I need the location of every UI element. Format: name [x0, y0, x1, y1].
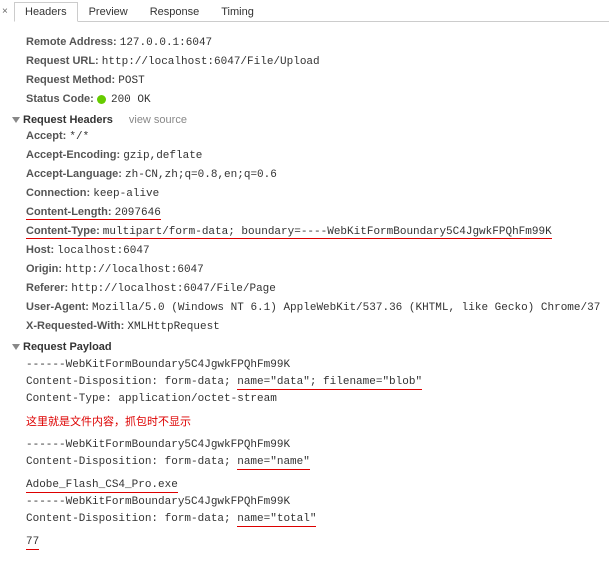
content-type-label: Content-Type:: [26, 225, 100, 237]
section-request-payload[interactable]: Request Payload: [12, 341, 589, 353]
payload-body: ------WebKitFormBoundary5C4JgwkFPQhFm99K…: [26, 357, 589, 551]
payload-total-value: 77: [26, 534, 589, 551]
accept-encoding-value: gzip,deflate: [123, 150, 202, 162]
host-label: Host:: [26, 244, 54, 256]
x-requested-with-label: X-Requested-With:: [26, 320, 124, 332]
section-title: Request Headers: [23, 114, 113, 126]
payload-boundary: ------WebKitFormBoundary5C4JgwkFPQhFm99K: [26, 437, 589, 454]
chevron-down-icon: [12, 344, 20, 350]
chevron-down-icon: [12, 117, 20, 123]
request-method-value: POST: [118, 75, 144, 87]
payload-boundary: ------WebKitFormBoundary5C4JgwkFPQhFm99K: [26, 357, 589, 374]
view-source-link[interactable]: view source: [129, 114, 187, 126]
section-title: Request Payload: [23, 341, 112, 353]
origin-value: http://localhost:6047: [65, 264, 204, 276]
status-dot-icon: [97, 95, 106, 104]
payload-name-value: Adobe_Flash_CS4_Pro.exe: [26, 477, 589, 494]
content-length-value: 2097646: [115, 207, 161, 219]
payload-content-disposition: Content-Disposition: form-data; name="da…: [26, 374, 589, 391]
payload-content-type: Content-Type: application/octet-stream: [26, 391, 589, 408]
tab-headers[interactable]: Headers: [14, 2, 78, 22]
content-length-label: Content-Length:: [26, 206, 112, 218]
payload-content-disposition: Content-Disposition: form-data; name="to…: [26, 511, 589, 528]
tabs-bar: Headers Preview Response Timing: [14, 2, 609, 22]
connection-label: Connection:: [26, 187, 90, 199]
accept-language-label: Accept-Language:: [26, 168, 122, 180]
x-requested-with-value: XMLHttpRequest: [127, 321, 219, 333]
referer-value: http://localhost:6047/File/Page: [71, 283, 276, 295]
request-url-label: Request URL:: [26, 55, 99, 67]
host-value: localhost:6047: [57, 245, 149, 257]
payload-annotation: 这里就是文件内容，抓包时不显示: [26, 414, 589, 431]
section-request-headers[interactable]: Request Headers view source: [12, 114, 589, 126]
connection-value: keep-alive: [93, 188, 159, 200]
accept-value: */*: [69, 131, 89, 143]
status-code-label: Status Code:: [26, 93, 94, 105]
remote-address-value: 127.0.0.1:6047: [120, 37, 212, 49]
user-agent-label: User-Agent:: [26, 301, 89, 313]
remote-address-label: Remote Address:: [26, 36, 117, 48]
tab-timing[interactable]: Timing: [210, 2, 265, 22]
panel-content: Remote Address: 127.0.0.1:6047 Request U…: [0, 22, 609, 561]
origin-label: Origin:: [26, 263, 62, 275]
payload-content-disposition: Content-Disposition: form-data; name="na…: [26, 454, 589, 471]
accept-label: Accept:: [26, 130, 66, 142]
user-agent-value: Mozilla/5.0 (Windows NT 6.1) AppleWebKit…: [92, 302, 600, 314]
content-type-value: multipart/form-data; boundary=----WebKit…: [103, 226, 552, 238]
close-icon[interactable]: ×: [2, 6, 12, 16]
tab-preview[interactable]: Preview: [78, 2, 139, 22]
request-url-value: http://localhost:6047/File/Upload: [102, 56, 320, 68]
status-code-value: 200 OK: [111, 94, 151, 106]
referer-label: Referer:: [26, 282, 68, 294]
tab-response[interactable]: Response: [139, 2, 211, 22]
accept-encoding-label: Accept-Encoding:: [26, 149, 120, 161]
payload-boundary: ------WebKitFormBoundary5C4JgwkFPQhFm99K: [26, 494, 589, 511]
accept-language-value: zh-CN,zh;q=0.8,en;q=0.6: [125, 169, 277, 181]
request-method-label: Request Method:: [26, 74, 115, 86]
